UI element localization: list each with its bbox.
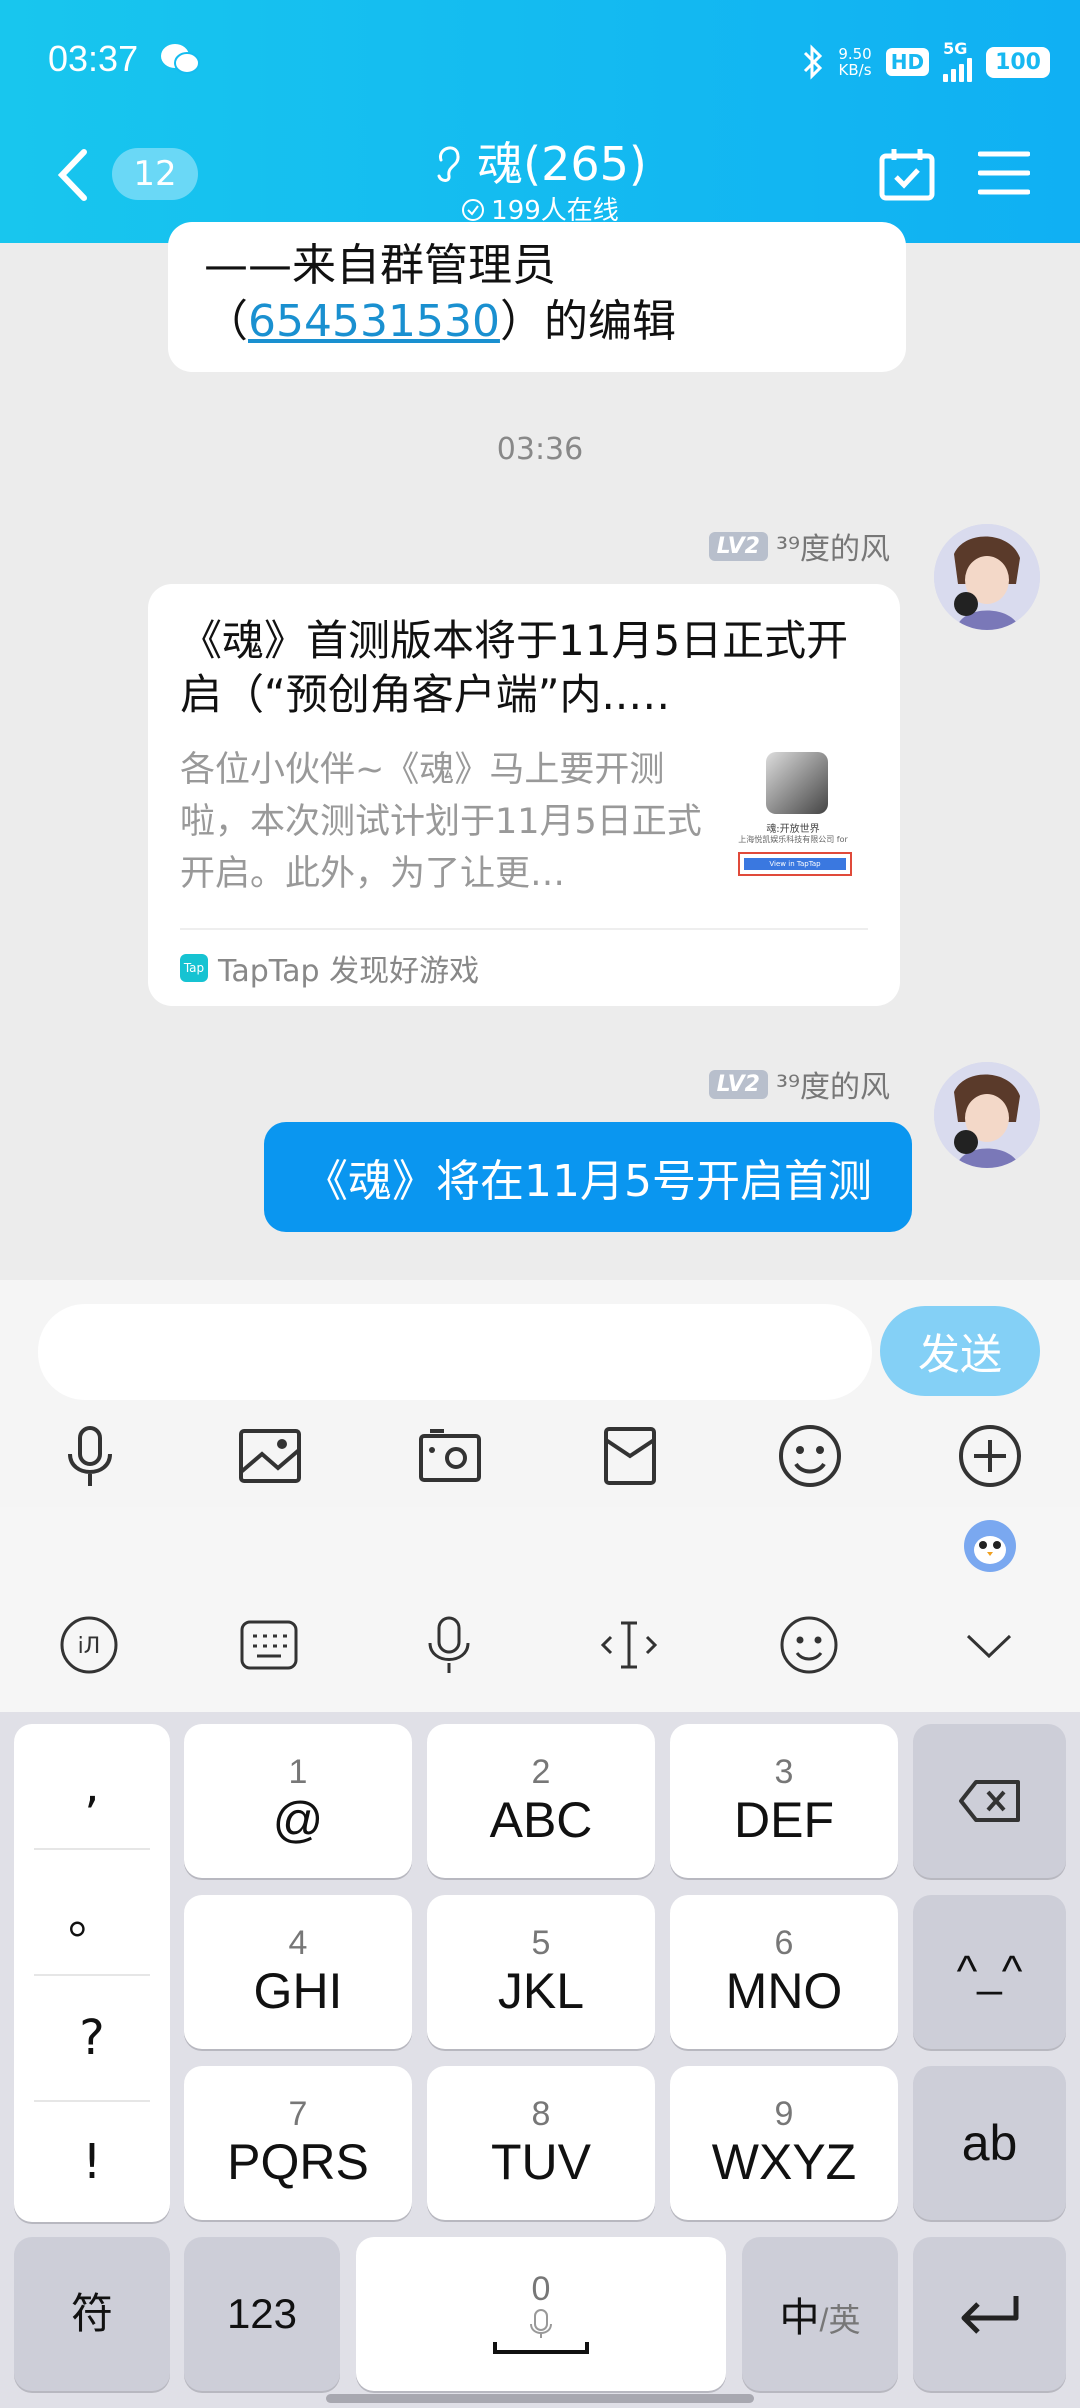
punct-key-exclaim[interactable]: ! (14, 2100, 170, 2224)
emoji-icon[interactable] (774, 1420, 846, 1492)
mic-icon[interactable] (414, 1610, 484, 1680)
key-1[interactable]: 1 @ (184, 1724, 412, 1878)
calendar-check-icon[interactable] (878, 146, 936, 206)
keyboard-icon[interactable] (234, 1610, 304, 1680)
key-8[interactable]: 8 TUV (427, 2066, 655, 2220)
keyboard-toolbar (0, 1507, 1080, 1712)
punct-key-comma[interactable]: , (14, 1724, 170, 1848)
sender-nickname: ³⁹度的风 (775, 532, 890, 567)
avatar[interactable] (934, 1062, 1040, 1168)
language-toggle-key[interactable]: 中/英 (742, 2237, 898, 2391)
avatar[interactable] (934, 524, 1040, 630)
send-button[interactable]: 发送 (880, 1306, 1040, 1396)
svg-text:iЛ: iЛ (78, 1634, 101, 1659)
card-description: 各位小伙伴~《魂》马上要开测啦，本次测试计划于11月5日正式开启。此外，为了让更… (180, 750, 702, 894)
hd-badge: HD (885, 48, 930, 76)
red-packet-icon[interactable] (594, 1420, 666, 1492)
notice-text: ——来自群管理员 （654531530）的编辑 (204, 240, 676, 347)
level-badge: LV2 (708, 1069, 768, 1099)
menu-icon[interactable] (977, 150, 1031, 200)
cell-signal-icon: 5G (943, 41, 973, 82)
key-7[interactable]: 7 PQRS (184, 2066, 412, 2220)
backspace-key[interactable] (913, 1724, 1066, 1878)
card-thumbnail: 魂:开放世界 上海悦凯娱乐科技有限公司 for View in TapTap (722, 748, 864, 886)
message-timestamp: 03:36 (496, 432, 584, 467)
ab-key[interactable]: ab (913, 2066, 1066, 2220)
number-key[interactable]: 123 (184, 2237, 340, 2391)
admin-id-link[interactable]: 654531530 (248, 296, 500, 347)
sender-info: LV2 ³⁹度的风 (708, 524, 890, 568)
battery-icon: 100 (986, 46, 1050, 78)
assistant-bird-icon[interactable] (962, 1518, 1018, 1578)
message-input[interactable] (38, 1304, 872, 1400)
net-speed: 9.50 KB/s (838, 45, 872, 79)
sender-nickname: ³⁹度的风 (775, 1070, 890, 1105)
plus-icon[interactable] (954, 1420, 1026, 1492)
card-divider (180, 928, 868, 930)
level-badge: LV2 (708, 531, 768, 561)
taptap-logo-icon: Tap (180, 954, 208, 982)
status-indicators: 9.50 KB/s HD 5G 100 (802, 41, 1050, 82)
status-time: 03:37 (48, 38, 139, 79)
chat-header: 03:37 9.50 KB/s HD 5G 100 12 魂(265) 199人在… (0, 0, 1080, 243)
cursor-move-icon[interactable] (594, 1610, 664, 1680)
ear-icon (437, 146, 460, 182)
key-3[interactable]: 3 DEF (670, 1724, 898, 1878)
symbol-key[interactable]: 符 (14, 2237, 170, 2391)
home-indicator[interactable] (326, 2394, 754, 2403)
key-5[interactable]: 5 JKL (427, 1895, 655, 2049)
message-bubble[interactable]: 《魂》将在11月5号开启首测 (264, 1122, 912, 1232)
key-9[interactable]: 9 WXYZ (670, 2066, 898, 2220)
collapse-keyboard-icon[interactable] (954, 1610, 1024, 1680)
card-title: 《魂》首测版本将于11月5日正式开启（“预创角客户端”内..… (180, 616, 849, 719)
punct-key-question[interactable]: ? (14, 1976, 170, 2100)
kb-emoji-icon[interactable] (774, 1610, 844, 1680)
voice-icon[interactable] (54, 1420, 126, 1492)
bluetooth-icon (804, 44, 823, 80)
check-circle-icon (462, 199, 485, 221)
space-key[interactable]: 0 (356, 2237, 726, 2391)
punct-key-period[interactable]: 。 (14, 1850, 170, 1974)
card-source: Tap TapTap 发现好游戏 (180, 946, 479, 990)
emoticon-key[interactable]: ^_^ (913, 1895, 1066, 2049)
key-4[interactable]: 4 GHI (184, 1895, 412, 2049)
sender-info: LV2 ³⁹度的风 (708, 1062, 890, 1106)
enter-key[interactable] (913, 2237, 1066, 2391)
enter-icon (961, 2296, 1018, 2334)
key-2[interactable]: 2 ABC (427, 1724, 655, 1878)
camera-icon[interactable] (414, 1420, 486, 1492)
ime-logo-icon[interactable]: iЛ (54, 1610, 124, 1680)
space-mic-icon (493, 2309, 589, 2354)
key-6[interactable]: 6 MNO (670, 1895, 898, 2049)
backspace-icon (958, 1780, 1020, 1822)
punctuation-column: , 。 ? ! (14, 1724, 170, 2222)
wechat-icon (160, 42, 200, 80)
image-icon[interactable] (234, 1420, 306, 1492)
